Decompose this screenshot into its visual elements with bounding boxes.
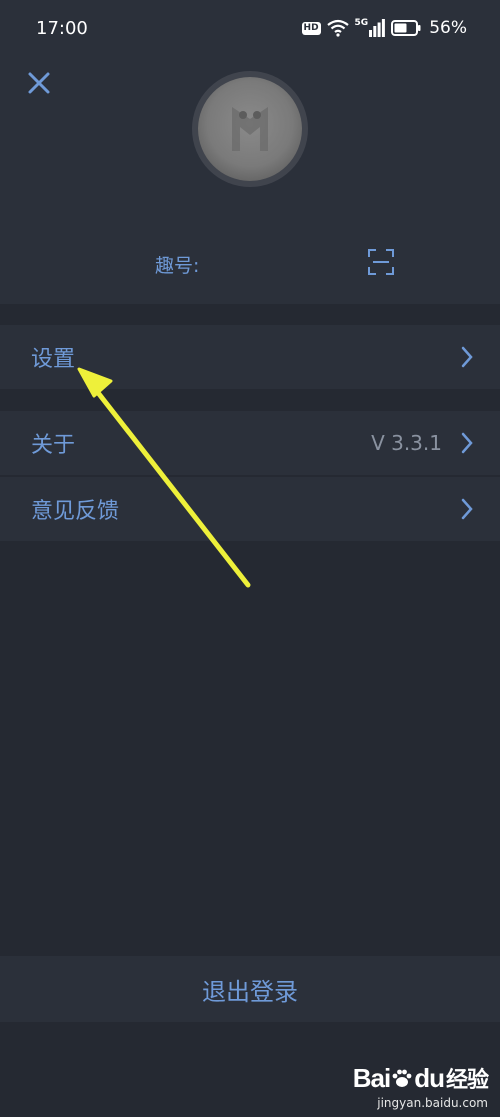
baidu-jingyan-watermark: Bai du 经验 jingyan.baidu.com: [352, 1062, 489, 1111]
watermark-jingyan: 经验: [445, 1067, 489, 1092]
chevron-right-icon: [461, 346, 473, 368]
version-value: V 3.3.1: [371, 431, 442, 455]
signal-icon: [369, 19, 386, 37]
watermark-du: du: [414, 1062, 445, 1093]
about-label: 关于: [31, 433, 76, 458]
scan-button[interactable]: [367, 248, 395, 276]
logout-button[interactable]: 退出登录: [0, 956, 500, 1022]
chevron-right-icon: [461, 432, 473, 454]
qu-id-label: 趣号:: [155, 255, 200, 277]
watermark-bai: Bai: [352, 1062, 391, 1093]
close-icon: [28, 72, 50, 94]
scan-icon: [368, 249, 394, 275]
status-time: 17:00: [36, 18, 88, 39]
close-button[interactable]: [24, 68, 54, 98]
chevron-right-icon: [461, 498, 473, 520]
status-icons: HD 5G 56%: [301, 16, 467, 40]
avatar-image: [232, 107, 268, 151]
profile-header: 趣号:: [0, 58, 500, 304]
status-bar: 17:00 HD 5G 56%: [0, 0, 500, 58]
logout-label: 退出登录: [202, 977, 298, 1006]
battery-percent: 56%: [429, 18, 467, 38]
avatar[interactable]: [198, 77, 302, 181]
feedback-label: 意见反馈: [31, 499, 120, 524]
wifi-icon: [326, 19, 349, 37]
watermark-url: jingyan.baidu.com: [377, 1096, 488, 1110]
menu-item-about[interactable]: 关于 V 3.3.1: [0, 411, 500, 475]
battery-icon: [391, 20, 421, 36]
hd-badge: HD: [301, 21, 321, 35]
menu-item-feedback[interactable]: 意见反馈: [0, 477, 500, 541]
paw-icon: [392, 1069, 412, 1087]
network-badge: 5G: [354, 18, 369, 28]
settings-label: 设置: [31, 347, 76, 372]
menu-item-settings[interactable]: 设置: [0, 325, 500, 389]
watermark-logo: Bai du 经验: [352, 1062, 489, 1094]
